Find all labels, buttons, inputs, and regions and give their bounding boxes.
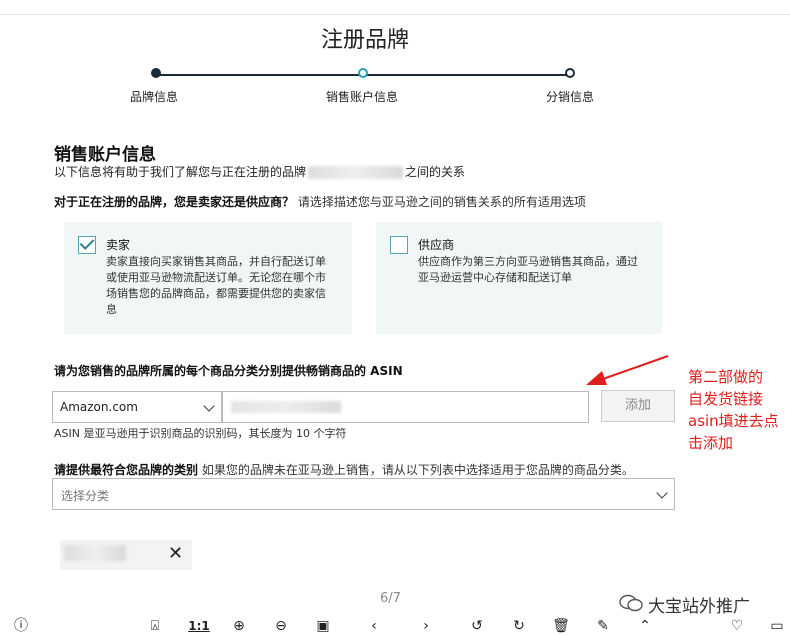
delete-icon[interactable]: 🗑 bbox=[550, 616, 572, 636]
more-icon[interactable]: ⌃ bbox=[634, 616, 656, 636]
remove-chip-icon[interactable]: ✕ bbox=[168, 543, 183, 564]
chevron-down-icon bbox=[203, 400, 215, 412]
asin-help-text: ASIN 是亚马逊用于识别商品的识别码，其长度为 10 个字符 bbox=[54, 427, 347, 440]
category-placeholder: 选择分类 bbox=[61, 489, 110, 503]
step-line-pending bbox=[364, 74, 570, 76]
asin-label: 请为您销售的品牌所属的每个商品分类分别提供畅销商品的 ASIN bbox=[54, 364, 403, 378]
option-card-vendor[interactable]: 供应商 供应商作为第三方向亚马逊销售其商品，通过 亚马逊运营中心存储和配送订单 bbox=[376, 222, 662, 334]
edit-icon[interactable]: ✎ bbox=[592, 616, 614, 636]
redacted-brand-name bbox=[308, 166, 404, 179]
next-page-icon[interactable]: › bbox=[412, 616, 440, 636]
option-title-seller: 卖家 bbox=[106, 238, 131, 252]
redacted-chip-text bbox=[64, 545, 126, 561]
option-card-seller[interactable]: 卖家 卖家直接向买家销售其商品，并自行配送订单 或使用亚马逊物流配送订单。无论您… bbox=[64, 222, 352, 334]
role-question-bold: 对于正在注册的品牌，您是卖家还是供应商？ bbox=[54, 195, 295, 209]
window-top-bar bbox=[0, 0, 790, 15]
folder-icon[interactable]: ▭ bbox=[766, 616, 788, 636]
desc-line: 息 bbox=[106, 303, 117, 316]
add-asin-button[interactable]: 添加 bbox=[601, 390, 675, 422]
option-desc-vendor: 供应商作为第三方向亚马逊销售其商品，通过 亚马逊运营中心存储和配送订单 bbox=[418, 254, 638, 286]
rotate-left-icon[interactable]: ↺ bbox=[466, 616, 488, 636]
added-asin-chip: ✕ bbox=[60, 540, 192, 570]
step-dot-distribution bbox=[565, 68, 575, 78]
annotation-arrow-icon bbox=[586, 355, 669, 385]
option-desc-seller: 卖家直接向买家销售其商品，并自行配送订单 或使用亚马逊物流配送订单。无论您在哪个… bbox=[106, 254, 326, 318]
annotation-line: 第二部做的 bbox=[688, 368, 764, 386]
step-label-brand-info: 品牌信息 bbox=[130, 90, 179, 104]
marketplace-select[interactable]: Amazon.com bbox=[52, 391, 222, 423]
section-subtitle: 以下信息将有助于我们了解您与正在注册的品牌 之间的关系 bbox=[54, 163, 465, 180]
category-label-bold: 请提供最符合您品牌的类别 bbox=[54, 463, 199, 477]
desc-line: 场销售您的品牌商品，都需要提供您的卖家信 bbox=[106, 287, 326, 300]
redacted-asin-value bbox=[231, 401, 341, 413]
rotate-right-icon[interactable]: ↻ bbox=[508, 616, 530, 636]
progress-stepper: 品牌信息 销售账户信息 分销信息 bbox=[0, 64, 790, 104]
annotation-line: 击添加 bbox=[688, 434, 734, 452]
wechat-icon bbox=[619, 594, 643, 612]
category-label-hint: 如果您的品牌未在亚马逊上销售，请从以下列表中选择适用于您品牌的商品分类。 bbox=[201, 463, 634, 477]
asin-input[interactable] bbox=[222, 391, 589, 423]
option-title-vendor: 供应商 bbox=[418, 238, 455, 252]
category-select[interactable]: 选择分类 bbox=[52, 478, 675, 510]
mouse-icon[interactable]: ⍓ bbox=[144, 616, 166, 636]
desc-line: 卖家直接向买家销售其商品，并自行配送订单 bbox=[106, 255, 326, 268]
annotation-line: asin填进去点 bbox=[688, 412, 779, 430]
step-line-completed bbox=[156, 74, 362, 76]
annotation-note: 第二部做的 自发货链接 asin填进去点 击添加 bbox=[688, 366, 788, 454]
category-label: 请提供最符合您品牌的类别 如果您的品牌未在亚马逊上销售，请从以下列表中选择适用于… bbox=[54, 461, 634, 478]
viewer-toolbar: ⓘ ⍓ 1:1 ⊕ ⊖ ▣ ‹ › ↺ ↻ 🗑 ✎ ⌃ ♡ ▭ bbox=[0, 616, 790, 636]
favorite-icon[interactable]: ♡ bbox=[726, 616, 748, 636]
subtitle-prefix: 以下信息将有助于我们了解您与正在注册的品牌 bbox=[54, 165, 307, 179]
role-question-hint: 请选择描述您与亚马逊之间的销售关系的所有适用选项 bbox=[297, 195, 586, 209]
seller-checkbox[interactable] bbox=[78, 235, 96, 254]
role-question: 对于正在注册的品牌，您是卖家还是供应商？ 请选择描述您与亚马逊之间的销售关系的所… bbox=[54, 193, 586, 210]
actual-size-button[interactable]: 1:1 bbox=[186, 616, 212, 636]
annotation-line: 自发货链接 bbox=[688, 390, 764, 408]
desc-line: 亚马逊运营中心存储和配送订单 bbox=[418, 271, 572, 284]
chevron-down-icon bbox=[656, 487, 668, 499]
desc-line: 或使用亚马逊物流配送订单。无论您在哪个市 bbox=[106, 271, 326, 284]
step-label-distribution: 分销信息 bbox=[546, 90, 595, 104]
zoom-in-icon[interactable]: ⊕ bbox=[228, 616, 250, 636]
step-dot-sales-account bbox=[358, 68, 368, 78]
vendor-checkbox[interactable] bbox=[390, 236, 408, 254]
desc-line: 供应商作为第三方向亚马逊销售其商品，通过 bbox=[418, 255, 638, 268]
section-title: 销售账户信息 bbox=[54, 145, 156, 165]
watermark-text: 大宝站外推广 bbox=[648, 597, 750, 617]
page-indicator: 6/7 bbox=[380, 591, 401, 606]
fit-screen-icon[interactable]: ▣ bbox=[312, 616, 334, 636]
zoom-out-icon[interactable]: ⊖ bbox=[270, 616, 292, 636]
subtitle-suffix: 之间的关系 bbox=[405, 165, 466, 179]
marketplace-value: Amazon.com bbox=[60, 400, 138, 414]
page-title: 注册品牌 bbox=[320, 28, 409, 53]
previous-page-icon[interactable]: ‹ bbox=[360, 616, 388, 636]
info-icon[interactable]: ⓘ bbox=[10, 616, 32, 636]
step-label-sales-account: 销售账户信息 bbox=[326, 90, 399, 104]
step-dot-brand-info bbox=[151, 68, 161, 78]
checkmark-icon bbox=[79, 235, 95, 250]
